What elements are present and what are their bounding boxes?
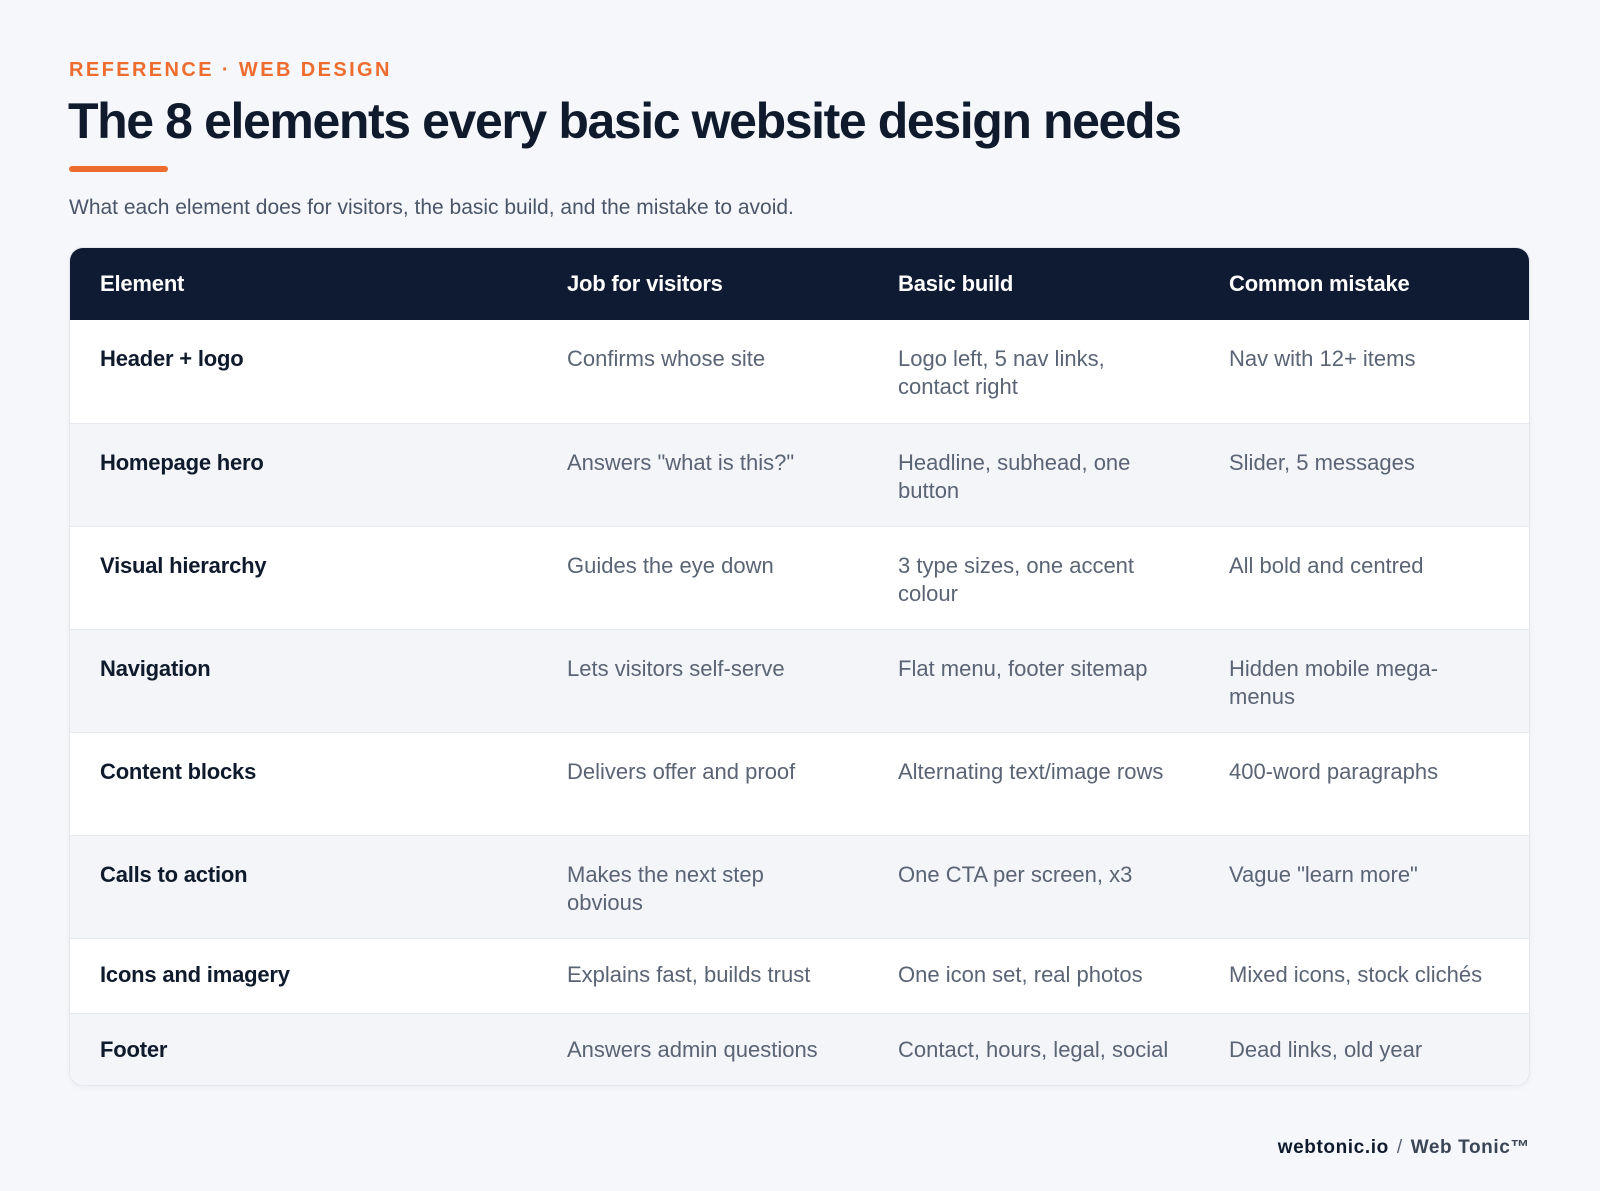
- element-cell: Content blocks: [100, 758, 257, 784]
- build-cell: Flat menu, footer sitemap: [898, 655, 1148, 681]
- element-cell: Homepage hero: [100, 449, 264, 475]
- build-cell: One icon set, real photos: [898, 961, 1143, 987]
- job-cell: Answers "what is this?": [567, 449, 795, 475]
- job-cell: Confirms whose site: [567, 346, 766, 371]
- build-cell: Logo left, 5 nav links, contact right: [898, 346, 1105, 399]
- elements-table: Element Job for visitors Basic build Com…: [70, 248, 1529, 1085]
- job-cell: Guides the eye down: [567, 552, 774, 578]
- eyebrow-label: REFERENCE · WEB DESIGN: [69, 59, 392, 81]
- job-cell: Answers admin questions: [567, 1036, 818, 1062]
- table-row: Navigation Lets visitors self-serve Flat…: [70, 629, 1529, 732]
- mistake-cell: Slider, 5 messages: [1229, 449, 1415, 475]
- element-cell: Footer: [100, 1036, 168, 1062]
- mistake-cell: Mixed icons, stock clichés: [1229, 961, 1483, 987]
- footer-domain-link[interactable]: webtonic.io: [1278, 1137, 1389, 1158]
- footer-separator: /: [1396, 1137, 1403, 1158]
- elements-table-card: Element Job for visitors Basic build Com…: [69, 247, 1530, 1086]
- page-subtitle: What each element does for visitors, the…: [69, 196, 794, 219]
- column-header-element: Element: [100, 271, 185, 296]
- element-cell: Header + logo: [100, 346, 244, 371]
- job-cell: Explains fast, builds trust: [567, 961, 811, 987]
- build-cell: 3 type sizes, one accent colour: [898, 552, 1135, 606]
- element-cell: Visual hierarchy: [100, 552, 267, 578]
- mistake-cell: Dead links, old year: [1229, 1036, 1423, 1062]
- table-row: Visual hierarchy Guides the eye down 3 t…: [70, 526, 1529, 629]
- mistake-cell: Hidden mobile mega-menus: [1229, 655, 1439, 709]
- mistake-cell: Nav with 12+ items: [1229, 346, 1416, 371]
- build-cell: Contact, hours, legal, social: [898, 1036, 1169, 1062]
- footer-brand: webtonic.io / Web Tonic™: [1278, 1137, 1530, 1159]
- table-row: Homepage hero Answers "what is this?" He…: [70, 423, 1529, 526]
- element-cell: Icons and imagery: [100, 961, 290, 987]
- job-cell: Lets visitors self-serve: [567, 655, 785, 681]
- footer-brand-name: Web Tonic™: [1410, 1137, 1530, 1158]
- table-row: Footer Answers admin questions Contact, …: [70, 1013, 1529, 1085]
- table-row: Content blocks Delivers offer and proof …: [70, 732, 1529, 835]
- job-cell: Delivers offer and proof: [567, 758, 796, 784]
- build-cell: Alternating text/image rows: [898, 758, 1164, 784]
- column-header-build: Basic build: [898, 271, 1014, 296]
- build-cell: Headline, subhead, one button: [898, 449, 1131, 503]
- mistake-cell: 400-word paragraphs: [1229, 758, 1439, 784]
- table-header-row: Element Job for visitors Basic build Com…: [70, 248, 1529, 320]
- column-header-mistake: Common mistake: [1229, 271, 1410, 296]
- page-title: The 8 elements every basic website desig…: [68, 93, 1182, 149]
- table-row: Icons and imagery Explains fast, builds …: [70, 938, 1529, 1013]
- element-cell: Navigation: [100, 655, 211, 681]
- table-row: Calls to action Makes the next step obvi…: [70, 835, 1529, 938]
- build-cell: One CTA per screen, x3: [898, 861, 1133, 887]
- mistake-cell: Vague "learn more": [1229, 861, 1418, 887]
- table-row: Header + logo Confirms whose site Logo l…: [70, 320, 1529, 423]
- job-cell: Makes the next step obvious: [567, 861, 764, 915]
- mistake-cell: All bold and centred: [1229, 552, 1424, 578]
- column-header-job: Job for visitors: [567, 271, 723, 296]
- title-underline: [69, 166, 168, 172]
- element-cell: Calls to action: [100, 861, 248, 887]
